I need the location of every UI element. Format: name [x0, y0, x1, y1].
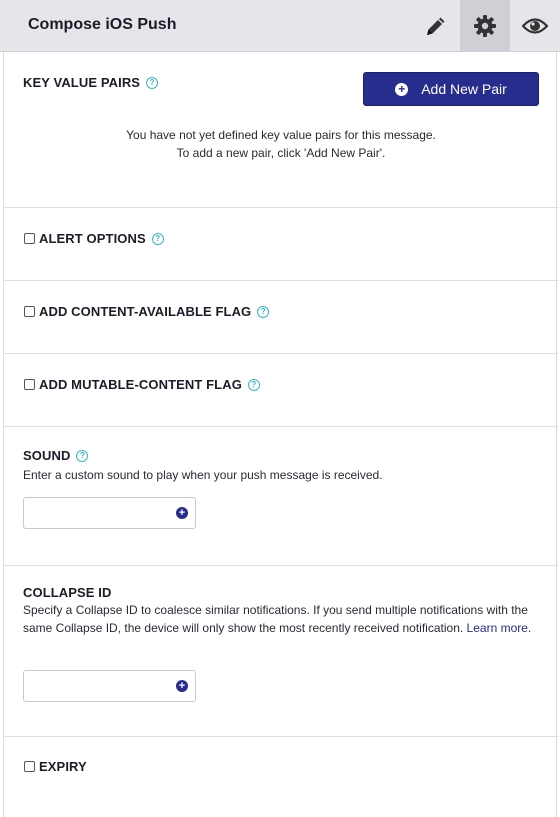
pencil-icon: [427, 17, 445, 35]
sound-title: SOUND: [23, 448, 71, 463]
add-collapse-id-icon[interactable]: +: [176, 680, 188, 692]
collapse-id-section: COLLAPSE ID Specify a Collapse ID to coa…: [4, 566, 558, 737]
alert-options-section: ALERT OPTIONS ?: [4, 208, 558, 281]
add-new-pair-button[interactable]: + Add New Pair: [363, 72, 539, 106]
alert-options-title: ALERT OPTIONS: [39, 231, 146, 246]
compose-header: Compose iOS Push: [0, 0, 560, 52]
sound-field: +: [23, 497, 196, 529]
collapse-id-input[interactable]: [30, 671, 170, 701]
content-available-section: ADD CONTENT-AVAILABLE FLAG ?: [4, 281, 558, 354]
page-title: Compose iOS Push: [28, 16, 177, 33]
gear-icon: [474, 14, 496, 37]
alert-options-checkbox[interactable]: [24, 233, 35, 244]
sound-input[interactable]: [30, 498, 170, 528]
empty-state-line-2: To add a new pair, click 'Add New Pair'.: [176, 146, 386, 160]
key-value-heading: KEY VALUE PAIRS ?: [23, 75, 159, 90]
eye-icon: [522, 17, 548, 34]
content-available-checkbox[interactable]: [24, 306, 35, 317]
plus-circle-icon: +: [395, 82, 409, 96]
help-icon[interactable]: ?: [146, 76, 159, 89]
mutable-content-checkbox[interactable]: [24, 379, 35, 390]
help-icon[interactable]: ?: [76, 449, 89, 462]
empty-state-line-1: You have not yet defined key value pairs…: [126, 128, 436, 142]
empty-state-message: You have not yet defined key value pairs…: [4, 126, 558, 162]
content-available-heading: ADD CONTENT-AVAILABLE FLAG ?: [39, 304, 270, 319]
key-value-title: KEY VALUE PAIRS: [23, 75, 141, 90]
content-available-title: ADD CONTENT-AVAILABLE FLAG: [39, 304, 252, 319]
collapse-id-title: COLLAPSE ID: [23, 585, 112, 600]
expiry-section: EXPIRY: [4, 737, 558, 817]
alert-options-row: ALERT OPTIONS ?: [24, 231, 164, 246]
settings-panel: KEY VALUE PAIRS ? + Add New Pair You hav…: [3, 52, 558, 817]
help-icon[interactable]: ?: [257, 305, 270, 318]
key-value-section: KEY VALUE PAIRS ? + Add New Pair You hav…: [4, 52, 558, 208]
expiry-title: EXPIRY: [39, 759, 87, 774]
collapse-id-description-text: Specify a Collapse ID to coalesce simila…: [23, 603, 528, 635]
mutable-content-title: ADD MUTABLE-CONTENT FLAG: [39, 377, 242, 392]
sound-section: SOUND ? Enter a custom sound to play whe…: [4, 427, 558, 566]
alert-options-heading: ALERT OPTIONS ?: [39, 231, 164, 246]
sound-heading: SOUND ?: [23, 448, 89, 463]
settings-button[interactable]: [460, 0, 510, 51]
collapse-id-field: +: [23, 670, 196, 702]
edit-button[interactable]: [411, 0, 461, 51]
learn-more-link[interactable]: Learn more.: [467, 621, 532, 635]
expiry-checkbox[interactable]: [24, 761, 35, 772]
collapse-id-description: Specify a Collapse ID to coalesce simila…: [23, 601, 533, 637]
add-new-pair-label: Add New Pair: [421, 81, 507, 97]
add-sound-icon[interactable]: +: [176, 507, 188, 519]
preview-button[interactable]: [510, 0, 560, 51]
help-icon[interactable]: ?: [151, 232, 164, 245]
mutable-content-heading: ADD MUTABLE-CONTENT FLAG ?: [39, 377, 260, 392]
content-available-row: ADD CONTENT-AVAILABLE FLAG ?: [24, 304, 270, 319]
expiry-row: EXPIRY: [24, 759, 87, 774]
sound-description: Enter a custom sound to play when your p…: [23, 468, 383, 482]
help-icon[interactable]: ?: [247, 378, 260, 391]
mutable-content-section: ADD MUTABLE-CONTENT FLAG ?: [4, 354, 558, 427]
mutable-content-row: ADD MUTABLE-CONTENT FLAG ?: [24, 377, 260, 392]
